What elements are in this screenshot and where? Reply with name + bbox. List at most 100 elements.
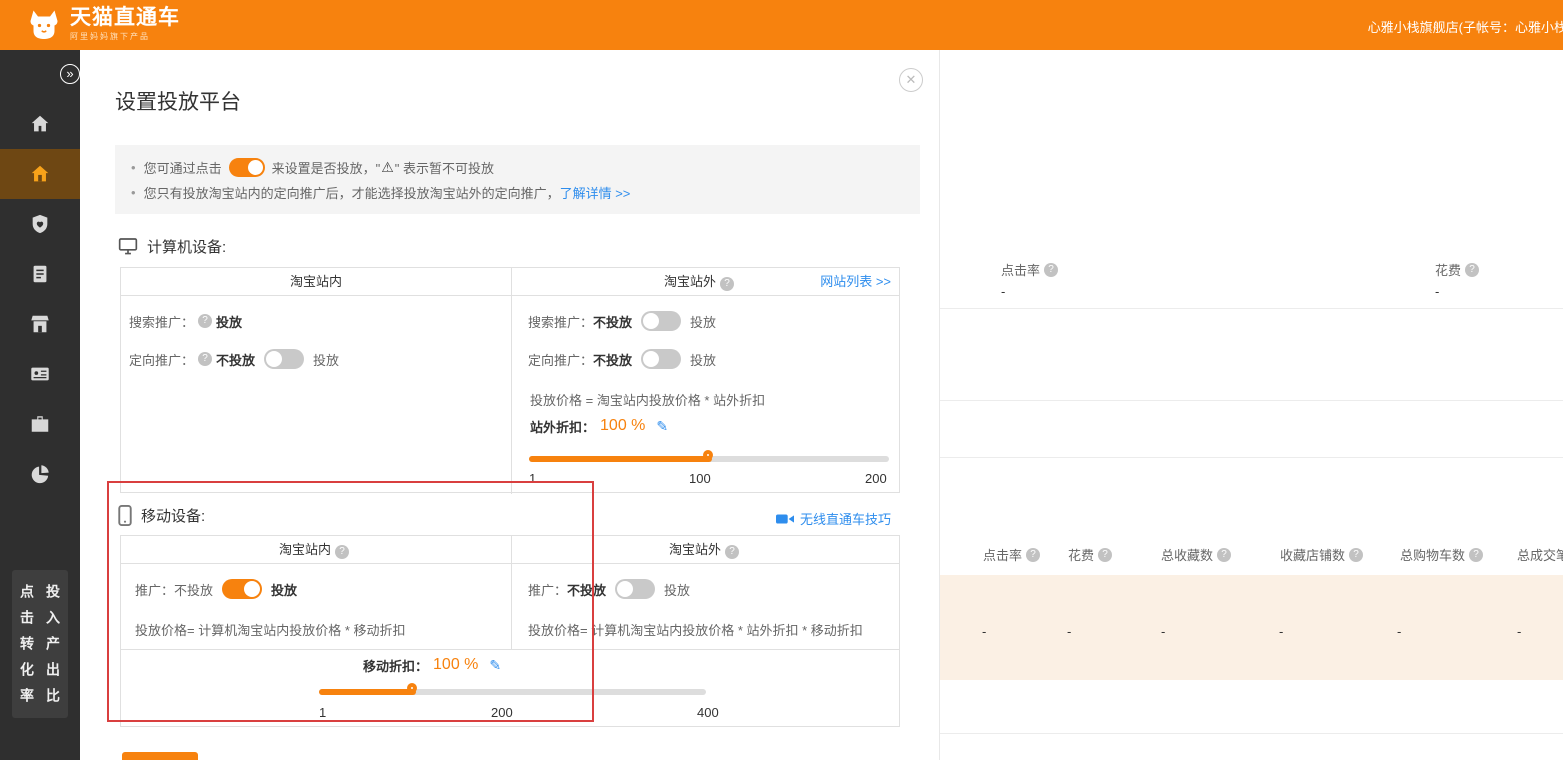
mobile-offsite-price-formula: 投放价格= 计算机淘宝站内投放价格 * 站外折扣 * 移动折扣 [528,620,863,639]
mobile-platform-table: 淘宝站内 淘宝站外 推广： 不投放 投放 投放价格= 计算机淘宝站内投放价格 *… [120,535,900,727]
mobile-discount-value: 100 % [433,656,478,674]
warning-icon: ⚠ [381,159,394,176]
mobile-offsite-promo-row: 推广： 不投放 投放 [528,578,690,600]
target-promo-state: 不投放 [593,350,632,369]
summary-cost-label: 花费 [1435,260,1461,279]
computer-offsite-target-toggle[interactable] [641,349,681,369]
column-header-taobao-onsite: 淘宝站内 [121,536,511,564]
document-icon [29,263,51,285]
offsite-header-label: 淘宝站外 [669,542,721,557]
offsite-discount-label: 站外折扣： [530,417,595,436]
question-icon[interactable] [1026,548,1040,562]
report-carts-label: 总购物车数 [1400,545,1465,564]
phone-icon [118,505,132,526]
question-icon[interactable] [198,352,212,366]
search-promo-state: 不投放 [593,312,632,331]
brand-subtitle: 阿里妈妈旗下产品 [70,31,180,42]
computer-offsite-search-toggle[interactable] [641,311,681,331]
tip2-text: 您只有投放淘宝站内的定向推广后，才能选择投放淘宝站外的定向推广， [144,183,560,202]
tip1-mid-text: 来设置是否投放，" [272,158,381,177]
tip1-pre-text: 您可通过点击 [144,158,222,177]
report-ctr-label: 点击率 [983,545,1022,564]
close-icon[interactable]: ✕ [899,68,923,92]
mobile-discount-slider[interactable] [319,689,706,695]
brand-logo: 天猫直通车 阿里妈妈旗下产品 [26,6,180,42]
sidebar-item-account-card[interactable] [0,349,80,399]
slider-min-label: 1 [319,705,326,720]
divider-line [940,400,1563,401]
question-icon[interactable] [335,545,349,559]
save-button[interactable] [122,752,198,760]
shop-icon [29,313,51,335]
sidebar-item-home[interactable] [0,99,80,149]
question-icon[interactable] [720,277,734,291]
question-icon[interactable] [1465,263,1479,277]
slider-fill [529,456,712,462]
report-header-total-deals: 总成交笔 [1517,545,1563,564]
mobile-section-header: 移动设备: [118,505,205,526]
sidebar-item-shop[interactable] [0,299,80,349]
tips-box: 您可通过点击 来设置是否投放，" ⚠ " 表示暂不可投放 您只有投放淘宝站内的定… [115,145,920,214]
offsite-discount-row: 站外折扣： 100 % ✎ [530,414,668,438]
video-icon [776,513,794,525]
report-header-favorited-shops: 收藏店铺数 [1280,545,1367,564]
offsite-header-label: 淘宝站外 [664,274,716,289]
question-icon[interactable] [1044,263,1058,277]
computer-onsite-target-toggle[interactable] [264,349,304,369]
report-cost-label: 花费 [1068,545,1094,564]
campaign-icon [29,163,51,185]
background-page: 点击率 花费 - - 点击率 花费 总收藏数 收藏店铺数 总购物车数 总成交笔 … [940,50,1563,760]
report-value: - [1067,624,1071,639]
sidebar-item-data[interactable] [0,449,80,499]
sidebar: » 点击转化率 [0,50,80,760]
sidebar-item-favorites[interactable] [0,199,80,249]
brand-name: 天猫直通车 [70,6,180,30]
question-icon[interactable] [1217,548,1231,562]
computer-onsite-search-row: 搜索推广： 投放 [129,310,242,332]
edit-icon[interactable]: ✎ [656,418,668,435]
offsite-discount-slider[interactable] [529,456,889,462]
question-icon[interactable] [198,314,212,328]
slider-handle[interactable] [703,450,713,460]
question-icon[interactable] [725,545,739,559]
sidebar-metrics-panel: 点击转化率 投入产出比 [12,570,68,718]
sidebar-expand-button[interactable]: » [60,64,80,84]
slider-handle[interactable] [407,683,417,693]
computer-platform-table: 淘宝站内 淘宝站外 网站列表 >> 搜索推广： 投放 定向推广： 不投放 投放 … [120,267,900,493]
question-icon[interactable] [1098,548,1112,562]
top-header: 天猫直通车 阿里妈妈旗下产品 心雅小栈旗舰店(子帐号：心雅小栈 [0,0,1563,50]
report-header-cost: 花费 [1068,545,1116,564]
sidebar-item-report[interactable] [0,249,80,299]
site-list-link[interactable]: 网站列表 >> [820,268,891,296]
briefcase-icon [29,413,51,435]
divider-line [940,733,1563,734]
onsite-header-label: 淘宝站内 [290,274,342,289]
mobile-onsite-promo-toggle[interactable] [222,579,262,599]
promo-label: 推广： [135,580,174,599]
tip-line-2: 您只有投放淘宝站内的定向推广后，才能选择投放淘宝站外的定向推广， 了解详情 >> [131,180,904,205]
slider-mid-label: 100 [689,471,711,486]
report-value: - [1279,624,1283,639]
sidebar-item-toolbox[interactable] [0,399,80,449]
report-header-ctr: 点击率 [983,545,1044,564]
wireless-tips-link[interactable]: 无线直通车技巧 [776,509,891,528]
computer-onsite-target-row: 定向推广： 不投放 投放 [129,348,339,370]
question-icon[interactable] [1469,548,1483,562]
search-promo-label: 搜索推广： [528,312,593,331]
edit-icon[interactable]: ✎ [489,657,501,674]
column-header-taobao-offsite: 淘宝站外 [511,536,901,564]
sidebar-item-campaign[interactable] [0,149,80,199]
pie-chart-icon [29,463,51,485]
mobile-onsite-promo-row: 推广： 不投放 投放 [135,578,297,600]
learn-more-link[interactable]: 了解详情 >> [560,183,631,202]
page-title: 设置投放平台 [115,86,241,116]
summary-header-ctr: 点击率 [1001,260,1062,279]
question-icon[interactable] [1349,548,1363,562]
column-divider [511,536,512,649]
divider-line [940,308,1563,309]
target-promo-on-option: 投放 [313,350,339,369]
mobile-onsite-price-formula: 投放价格= 计算机淘宝站内投放价格 * 移动折扣 [135,620,406,639]
mobile-offsite-promo-toggle[interactable] [615,579,655,599]
summary-header-cost: 花费 [1435,260,1483,279]
computer-section-title: 计算机设备: [147,236,226,257]
